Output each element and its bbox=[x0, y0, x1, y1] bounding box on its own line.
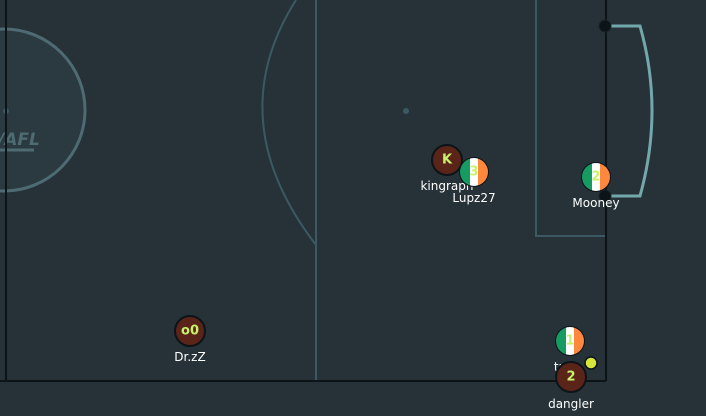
player-name-dangler: dangler bbox=[548, 397, 594, 411]
player-dangler: 2 bbox=[555, 361, 587, 393]
svg-text:2: 2 bbox=[591, 170, 600, 185]
svg-text:K: K bbox=[442, 153, 453, 168]
game-field: /AFL K kingraph 3 Lupz27 2 Mooney o0 Dr.… bbox=[0, 0, 706, 416]
player-mooney: 2 bbox=[581, 162, 611, 192]
player-name-mooney: Mooney bbox=[572, 196, 619, 210]
player-name-drzz: Dr.zZ bbox=[174, 350, 205, 364]
player-treasure: 1 bbox=[555, 326, 585, 356]
svg-text:2: 2 bbox=[566, 370, 575, 385]
player-drzz: o0 bbox=[174, 315, 206, 347]
player-name-lupz27: Lupz27 bbox=[452, 191, 495, 205]
center-spot bbox=[403, 108, 409, 114]
player-kingraph: K bbox=[431, 144, 463, 176]
player-lupz27: 3 bbox=[459, 157, 489, 187]
svg-text:1: 1 bbox=[565, 334, 574, 349]
svg-text:o0: o0 bbox=[181, 324, 199, 339]
goal-post-top bbox=[598, 19, 612, 33]
ball bbox=[584, 356, 598, 370]
svg-text:3: 3 bbox=[469, 165, 478, 180]
